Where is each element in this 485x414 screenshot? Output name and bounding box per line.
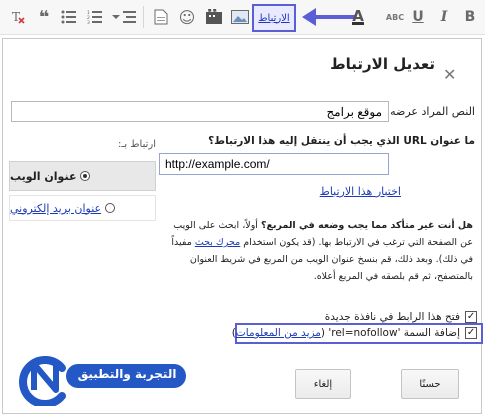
svg-text:T: T xyxy=(12,10,20,24)
url-question-label: ما عنوان URL الذي يجب أن ينتقل إليه هذا … xyxy=(208,135,475,147)
nofollow-checkbox[interactable]: ✓ xyxy=(465,327,477,339)
insert-document-icon[interactable] xyxy=(152,8,170,26)
align-dropdown-icon[interactable] xyxy=(110,8,138,26)
svg-text:3: 3 xyxy=(87,20,90,24)
close-icon[interactable]: ✕ xyxy=(443,65,456,84)
logo-text: التجربة والتطبيق xyxy=(77,367,177,381)
italic-icon[interactable]: I xyxy=(437,8,451,26)
help-text: هل أنت غير متأكد مما يجب وضعه في المربع؟… xyxy=(159,217,473,285)
email-address-label: عنوان بريد إلكتروني xyxy=(10,201,102,215)
insert-image-icon[interactable] xyxy=(230,8,250,26)
nofollow-label: إضافة السمة 'rel=nofollow' ( xyxy=(320,327,460,339)
email-address-radio[interactable] xyxy=(105,203,116,213)
open-new-window-checkbox[interactable]: ✓ xyxy=(465,311,477,323)
web-address-radio[interactable] xyxy=(80,171,91,181)
web-address-option[interactable]: عنوان الويب xyxy=(9,161,156,191)
more-info-link[interactable]: مزيد من المعلومات xyxy=(236,327,321,339)
dialog-title: تعديل الارتباط xyxy=(330,55,435,73)
text-color-icon[interactable]: A xyxy=(348,8,368,26)
font-size-icon[interactable]: ABC xyxy=(384,8,406,26)
site-logo: التجربة والتطبيق xyxy=(12,344,190,408)
insert-link-button[interactable]: الارتباط xyxy=(252,4,296,32)
quote-icon[interactable]: ❝ xyxy=(35,7,53,28)
search-engine-link[interactable]: محرك بحث xyxy=(195,237,240,248)
test-link[interactable]: اختبار هذا الارتباط xyxy=(320,185,401,198)
emoji-icon[interactable]: ☺ xyxy=(178,8,196,27)
underline-icon[interactable]: U xyxy=(410,8,426,26)
toolbar-divider xyxy=(143,6,144,28)
link-button-label: الارتباط xyxy=(258,12,290,24)
open-new-window-row: ✓ فتح هذا الرابط في نافذة جديدة xyxy=(325,311,477,323)
bulleted-list-icon[interactable] xyxy=(60,8,78,26)
numbered-list-icon[interactable]: 123 xyxy=(86,8,104,26)
open-new-window-label: فتح هذا الرابط في نافذة جديدة xyxy=(324,311,460,323)
text-to-display-label: النص المراد عرضه: xyxy=(386,105,475,118)
text-to-display-input[interactable] xyxy=(11,101,389,122)
editor-toolbar: T ❝ 123 ☺ الارتباط A ABC U I B xyxy=(0,0,485,35)
remove-formatting-icon[interactable]: T xyxy=(9,8,27,26)
help-title: هل أنت غير متأكد مما يجب وضعه في المربع؟ xyxy=(260,220,473,231)
web-address-label: عنوان الويب xyxy=(10,169,77,183)
cancel-button[interactable]: إلغاء xyxy=(295,369,351,399)
nofollow-label-suffix: ) xyxy=(231,327,236,339)
nofollow-row: ✓ إضافة السمة 'rel=nofollow' ( مزيد من ا… xyxy=(232,327,477,339)
link-to-options: ارتباط بـ: عنوان الويب عنوان بريد إلكترو… xyxy=(9,139,156,259)
email-address-option[interactable]: عنوان بريد إلكتروني xyxy=(9,195,156,221)
bold-icon[interactable]: B xyxy=(462,8,478,26)
insert-video-icon[interactable] xyxy=(204,8,224,26)
ok-button[interactable]: حسنًا xyxy=(401,369,459,399)
url-input[interactable] xyxy=(159,153,389,175)
link-to-label: ارتباط بـ: xyxy=(118,139,156,150)
